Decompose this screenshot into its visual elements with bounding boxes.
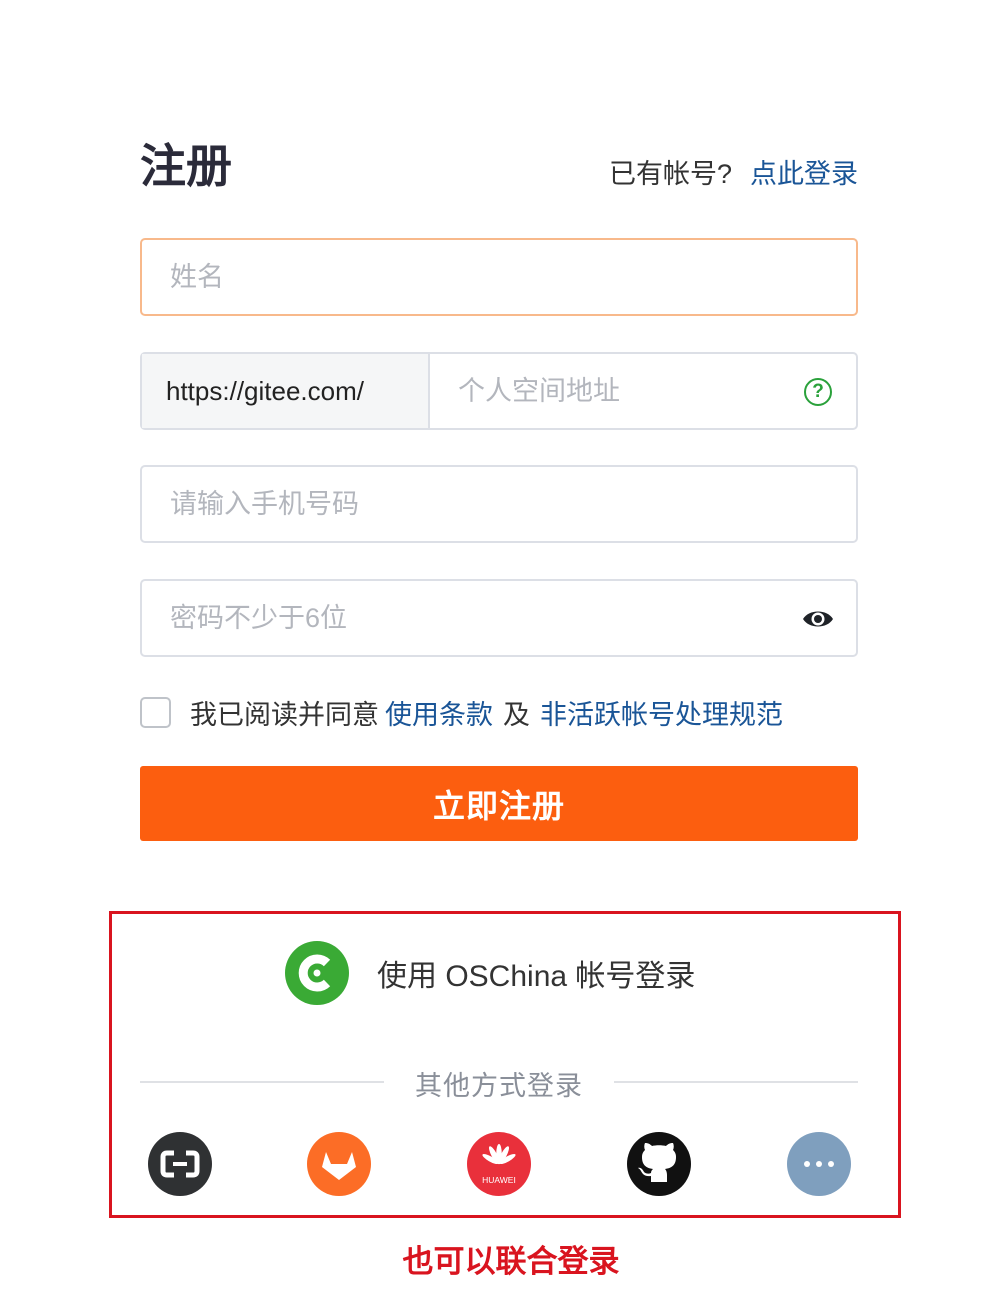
header: 注册 已有帐号? 点此登录 bbox=[140, 130, 858, 193]
annotation-caption: 也可以联合登录 bbox=[402, 1244, 620, 1279]
terms-link[interactable]: 使用条款 bbox=[385, 693, 493, 732]
question-icon[interactable]: ? bbox=[804, 378, 832, 406]
huawei-text: HUAWEI bbox=[482, 1175, 516, 1185]
policy-link[interactable]: 非活跃帐号处理规范 bbox=[540, 693, 783, 732]
name-field bbox=[140, 238, 858, 316]
login-hint: 已有帐号? 点此登录 bbox=[609, 152, 858, 191]
and-text: 及 bbox=[503, 699, 530, 730]
oschina-login-button[interactable]: 使用 OSChina 帐号登录 bbox=[285, 940, 695, 1006]
agree-text: 我已阅读并同意 bbox=[190, 699, 379, 730]
agreement-row: 我已阅读并同意 使用条款 及 非活跃帐号处理规范 bbox=[140, 694, 789, 730]
aliyun-icon[interactable] bbox=[148, 1132, 212, 1196]
phone-field bbox=[140, 465, 858, 543]
other-methods-label: 其他方式登录 bbox=[415, 1071, 583, 1101]
more-icon[interactable] bbox=[787, 1132, 851, 1196]
phone-input[interactable] bbox=[142, 467, 856, 541]
space-input[interactable] bbox=[430, 354, 856, 428]
register-button[interactable]: 立即注册 bbox=[140, 766, 858, 841]
other-methods-divider: 其他方式登录 bbox=[140, 1062, 858, 1102]
agree-checkbox[interactable] bbox=[140, 696, 171, 728]
divider-line-right bbox=[614, 1081, 858, 1083]
github-icon[interactable] bbox=[627, 1132, 691, 1196]
oschina-logo-icon bbox=[285, 941, 349, 1005]
gitlab-icon[interactable] bbox=[307, 1132, 371, 1196]
have-account-text: 已有帐号? bbox=[608, 159, 732, 189]
page-title: 注册 bbox=[140, 139, 232, 193]
password-input[interactable] bbox=[142, 581, 785, 655]
space-url-prefix: https://gitee.com/ bbox=[142, 354, 430, 428]
password-field bbox=[140, 579, 858, 657]
name-input[interactable] bbox=[142, 240, 856, 314]
login-link[interactable]: 点此登录 bbox=[750, 159, 858, 189]
oschina-login-label: 使用 OSChina 帐号登录 bbox=[377, 960, 696, 993]
space-field: https://gitee.com/ ? bbox=[140, 352, 858, 430]
eye-icon[interactable] bbox=[802, 607, 834, 631]
huawei-icon[interactable]: HUAWEI bbox=[467, 1132, 531, 1196]
